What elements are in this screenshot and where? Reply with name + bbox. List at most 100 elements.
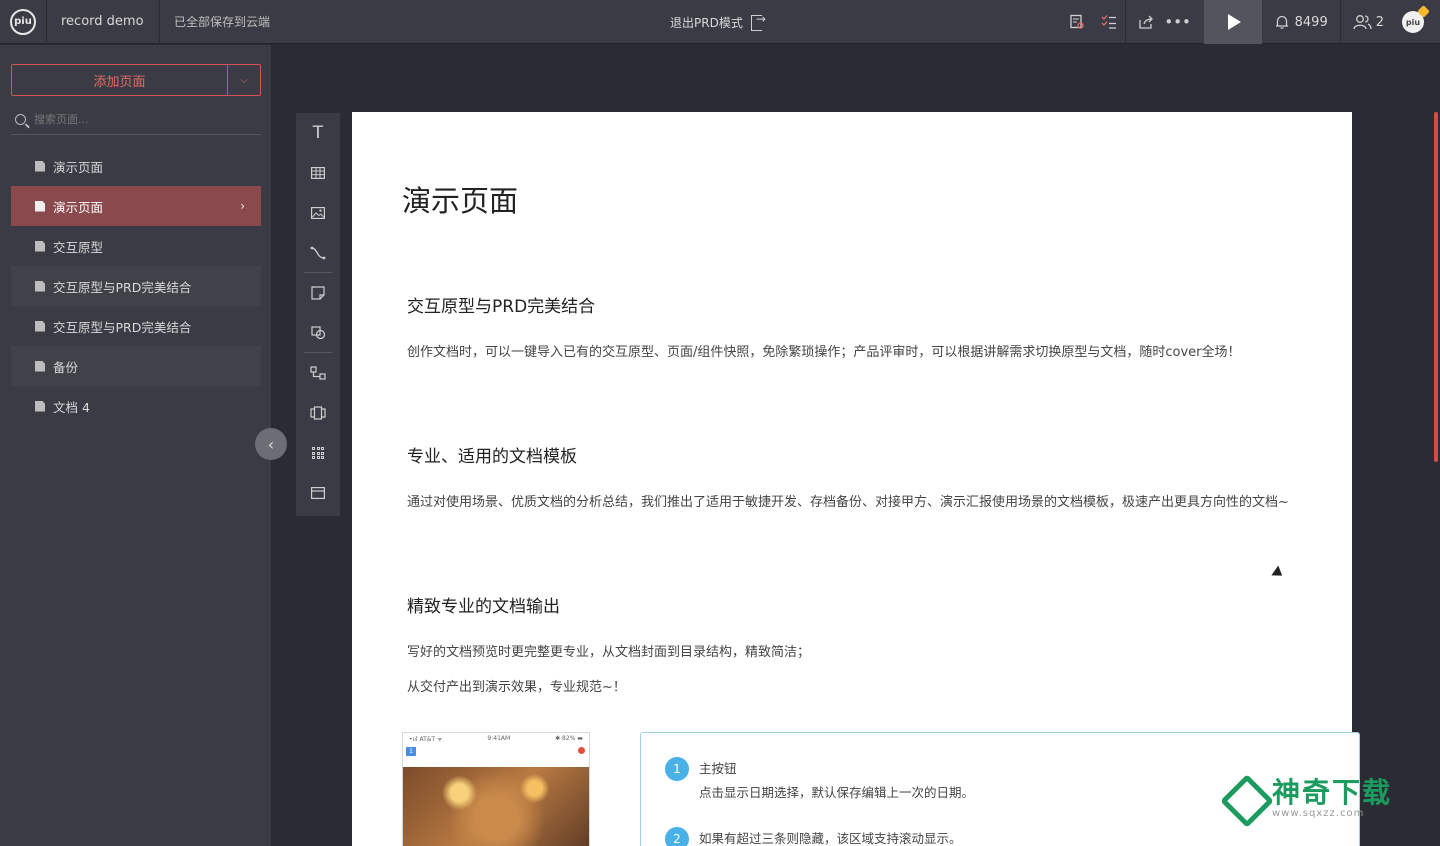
note-icon (311, 286, 325, 300)
page-item-label: 文档 4 (53, 399, 90, 415)
page-item-label: 演示页面 (53, 159, 104, 175)
logo-icon: piu (10, 8, 36, 35)
section-body-line: 写好的文档预览时更完整更专业，从文档封面到目录结构，精致简洁； (407, 645, 811, 660)
window-icon (311, 487, 325, 499)
collapse-sidebar-button[interactable]: ‹ (255, 428, 287, 460)
frames-icon (310, 406, 326, 420)
search-icon (15, 114, 26, 125)
phone-battery: ✱ 82% ▬ (555, 735, 583, 742)
share-icon[interactable] (1126, 0, 1166, 44)
user-count: 2 (1375, 14, 1384, 30)
shape-tool[interactable] (296, 313, 340, 353)
phone-badge-icon: 1 (406, 747, 416, 756)
section-templates[interactable]: 专业、适用的文档模板 通过对使用场景、优质文档的分析总结，我们推出了适用于敏捷开… (407, 442, 1297, 520)
exit-prd-button[interactable]: 退出PRD模式 (670, 0, 767, 44)
bell-icon (1275, 15, 1288, 29)
page-item-label: 备份 (53, 359, 79, 375)
photo-image (403, 767, 589, 846)
section-prd[interactable]: 交互原型与PRD完美结合 创作文档时，可以一键导入已有的交互原型、页面/组件快照… (407, 292, 1297, 370)
app-logo[interactable]: piu (0, 0, 47, 44)
phone-time: 9:41AM (487, 735, 511, 742)
flow-line-tool[interactable] (296, 233, 340, 273)
watermark-logo-icon (1222, 778, 1264, 818)
page-item[interactable]: 交互原型 (11, 226, 261, 266)
layout-tool[interactable] (296, 473, 340, 513)
page-item[interactable]: 演示页面 (11, 146, 261, 186)
page-item[interactable]: 文档 4 (11, 386, 261, 426)
flowchart-tool[interactable] (296, 353, 340, 393)
page-sidebar: 添加页面 ⌵ 演示页面 演示页面 › 交互原型 交互原型与PRD完美结合 交互原… (0, 45, 271, 846)
add-page-dropdown[interactable]: ⌵ (228, 65, 260, 95)
table-icon (311, 167, 325, 179)
page-item[interactable]: 交互原型与PRD完美结合 (11, 266, 261, 306)
annotation-item: 2 如果有超过三条则隐藏，该区域支持滚动显示。 (665, 827, 962, 846)
watermark-text: 神奇下载 www.sqxzz.com (1272, 775, 1393, 819)
phone-carrier: •ııl AT&T ᯤ (409, 736, 443, 743)
phone-status-bar: •ııl AT&T ᯤ 9:41AM ✱ 82% ▬ (403, 733, 589, 745)
text-tool[interactable]: T (296, 113, 340, 153)
notifications-button[interactable]: 8499 (1262, 0, 1340, 44)
page-item-label: 交互原型与PRD完美结合 (53, 319, 192, 335)
add-page-control: 添加页面 ⌵ (11, 64, 261, 96)
page-search (11, 105, 261, 135)
checklist-icon[interactable] (1093, 0, 1125, 44)
annotation-title: 如果有超过三条则隐藏，该区域支持滚动显示。 (699, 831, 962, 846)
collaborators-button[interactable]: 2 (1341, 0, 1396, 44)
watermark-title: 神奇下载 (1272, 775, 1393, 809)
document-icon (35, 160, 45, 172)
section-heading: 专业、适用的文档模板 (407, 447, 577, 467)
annotation-desc: 点击显示日期选择，默认保存编辑上一次的日期。 (699, 785, 975, 800)
play-button[interactable] (1203, 0, 1262, 44)
section-body: 通过对使用场景、优质文档的分析总结，我们推出了适用于敏捷开发、存档备份、对接甲方… (407, 495, 1289, 510)
page-frame-tool[interactable] (296, 393, 340, 433)
section-output[interactable]: 精致专业的文档输出 写好的文档预览时更完整更专业，从文档封面到目录结构，精致简洁… (407, 592, 1297, 705)
notification-count: 8499 (1294, 14, 1328, 30)
grid-icon (312, 447, 324, 459)
heart-icon (578, 747, 585, 754)
top-bar: piu record demo 已全部保存到云端 退出PRD模式 ••• 849… (0, 0, 1440, 44)
document-icon (35, 360, 45, 372)
chevron-left-icon: ‹ (267, 434, 275, 454)
document-icon (35, 320, 45, 332)
page-item-label: 演示页面 (53, 199, 104, 215)
component-tool[interactable] (296, 433, 340, 473)
widget-palette: T (296, 113, 340, 516)
annotation-item: 1 主按钮 点击显示日期选择，默认保存编辑上一次的日期。 (665, 757, 974, 805)
page-item[interactable]: 交互原型与PRD完美结合 (11, 306, 261, 346)
add-page-button[interactable]: 添加页面 (12, 65, 228, 95)
exit-prd-label: 退出PRD模式 (670, 15, 743, 30)
save-status: 已全部保存到云端 (174, 15, 271, 29)
document-canvas: 演示页面 交互原型与PRD完美结合 创作文档时，可以一键导入已有的交互原型、页面… (352, 112, 1360, 846)
sticky-note-tool[interactable] (296, 273, 340, 313)
document-title[interactable]: 演示页面 (402, 178, 518, 220)
project-name[interactable]: record demo (47, 0, 160, 44)
page-list: 演示页面 演示页面 › 交互原型 交互原型与PRD完美结合 交互原型与PRD完美… (11, 146, 261, 426)
image-tool[interactable] (296, 193, 340, 233)
search-input[interactable] (34, 113, 244, 126)
prototype-snapshot[interactable]: •ııl AT&T ᯤ 9:41AM ✱ 82% ▬ 1 (402, 732, 590, 846)
chevron-right-icon: › (240, 199, 245, 213)
table-tool[interactable] (296, 153, 340, 193)
page-item-label: 交互原型与PRD完美结合 (53, 279, 192, 295)
image-icon (311, 207, 325, 219)
section-body: 创作文档时，可以一键导入已有的交互原型、页面/组件快照，免除繁琐操作；产品评审时… (407, 345, 1241, 360)
document-icon (35, 240, 45, 252)
annotation-text: 主按钮 点击显示日期选择，默认保存编辑上一次的日期。 (699, 757, 974, 805)
chevron-down-icon: ⌵ (240, 74, 248, 86)
page-item-selected[interactable]: 演示页面 › (11, 186, 261, 226)
flowchart-icon (310, 366, 326, 380)
document-icon (35, 400, 45, 412)
exit-icon (750, 12, 767, 31)
page-item[interactable]: 备份 (11, 346, 261, 386)
shapes-icon (310, 326, 325, 340)
toolbar-right: ••• 8499 2 piu (1061, 0, 1440, 44)
avatar[interactable]: piu (1402, 11, 1424, 33)
annotation-number: 1 (665, 757, 689, 781)
canvas-scrollbar[interactable] (1434, 112, 1438, 462)
annotation-title: 主按钮 (699, 761, 737, 776)
connector-icon (310, 246, 326, 260)
document-search-icon[interactable] (1061, 0, 1093, 44)
more-icon[interactable]: ••• (1164, 0, 1191, 44)
section-heading: 交互原型与PRD完美结合 (407, 297, 596, 317)
users-icon (1353, 15, 1372, 30)
